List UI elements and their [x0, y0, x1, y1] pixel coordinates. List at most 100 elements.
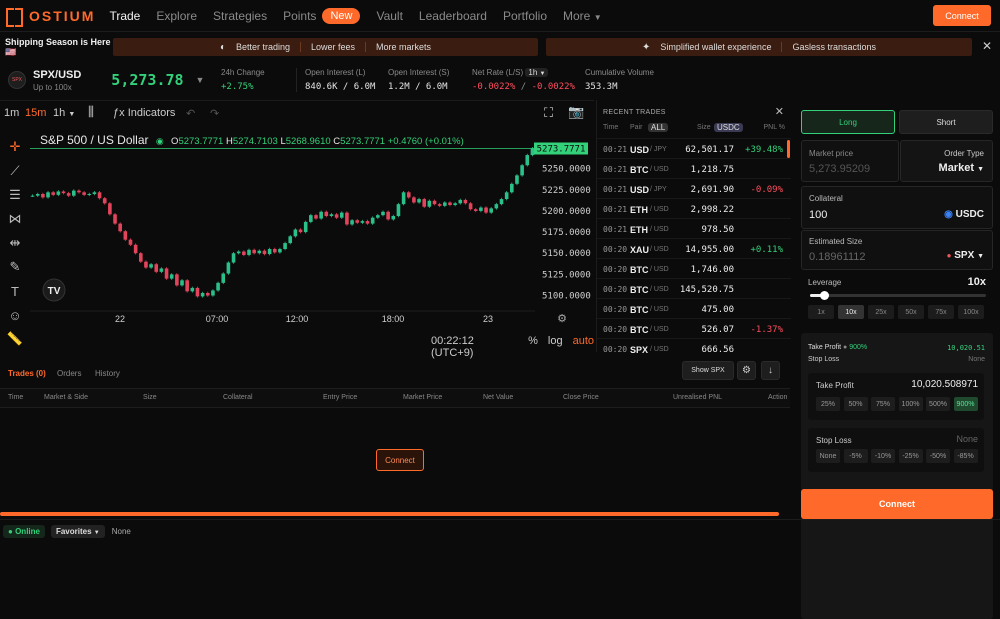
- measure-icon[interactable]: ⇹: [0, 231, 30, 255]
- pair-filter[interactable]: ALL: [648, 123, 669, 132]
- trade-row[interactable]: 00:20 BTC / USD 526.07 -1.37%: [597, 318, 791, 338]
- nav-trade[interactable]: Trade: [109, 9, 140, 23]
- ruler-icon[interactable]: 📏: [0, 327, 30, 351]
- indicators-button[interactable]: ƒx Indicators: [113, 107, 175, 119]
- logo[interactable]: OSTIUM: [6, 8, 95, 27]
- pair-selector[interactable]: SPX/USD Up to 100x: [33, 69, 81, 92]
- estimated-size-input[interactable]: Estimated Size 0.18961112 ● SPX ▼: [801, 230, 993, 270]
- candle: [205, 293, 210, 296]
- trade-quote: / USD: [650, 226, 669, 233]
- leverage-option[interactable]: 100x: [958, 305, 984, 319]
- pattern-icon[interactable]: ⋈: [0, 207, 30, 231]
- sl-option[interactable]: -25%: [898, 449, 923, 463]
- brush-icon[interactable]: ✎: [0, 255, 30, 279]
- tab-orders[interactable]: Orders: [57, 369, 81, 378]
- tp-option[interactable]: 75%: [871, 397, 895, 411]
- horizontal-scrollbar[interactable]: [0, 512, 779, 516]
- leverage-option[interactable]: 25x: [868, 305, 894, 319]
- nav-portfolio[interactable]: Portfolio: [503, 9, 547, 23]
- collateral-input[interactable]: Collateral 100 ◉ USDC: [801, 186, 993, 229]
- undo-icon[interactable]: ↶: [186, 107, 195, 120]
- tradingview-logo[interactable]: TV: [42, 278, 66, 302]
- log-toggle[interactable]: log: [548, 335, 563, 359]
- close-icon[interactable]: ✕: [982, 39, 992, 53]
- nav-vault[interactable]: Vault: [376, 9, 402, 23]
- connect-positions-button[interactable]: Connect: [376, 449, 424, 471]
- tp-box-value[interactable]: 10,020.508971: [911, 379, 978, 390]
- horizontal-lines-icon[interactable]: ☰: [0, 183, 30, 207]
- chevron-down-icon[interactable]: ▼: [196, 75, 205, 85]
- trade-quote: / USD: [650, 246, 669, 253]
- leverage-slider[interactable]: [810, 291, 986, 300]
- timeframe-15m[interactable]: 15m: [25, 107, 46, 119]
- nav-explore[interactable]: Explore: [156, 9, 197, 23]
- settings-icon[interactable]: ⚙: [737, 361, 756, 380]
- timeframe-1h[interactable]: 1h ▼: [53, 107, 75, 119]
- emoji-icon[interactable]: ☺: [0, 303, 30, 327]
- trade-row[interactable]: 00:20 SPX / USD 666.56: [597, 338, 791, 358]
- download-icon[interactable]: ↓: [761, 361, 780, 380]
- fullscreen-icon[interactable]: ⛶: [544, 105, 553, 121]
- tp-option[interactable]: 25%: [816, 397, 840, 411]
- nav-more[interactable]: More ▼: [563, 9, 602, 23]
- trade-row[interactable]: 00:21 USD / JPY 2,691.90 -0.09%: [597, 178, 791, 198]
- nav-leaderboard[interactable]: Leaderboard: [419, 9, 487, 23]
- promo-band-left[interactable]: ◐ Better trading Lower fees More markets: [113, 38, 538, 56]
- trendline-icon[interactable]: ⟋: [0, 159, 30, 183]
- tp-option[interactable]: 900%: [953, 397, 978, 411]
- sl-option[interactable]: -5%: [843, 449, 868, 463]
- y-tick-label: 5125.0000: [542, 270, 591, 280]
- tp-option[interactable]: 50%: [843, 397, 868, 411]
- short-button[interactable]: Short: [899, 110, 993, 134]
- favorites-select[interactable]: Favorites ▼: [50, 524, 105, 538]
- net-rate-interval-select[interactable]: 1h ▼: [525, 68, 549, 77]
- sl-option[interactable]: -85%: [953, 449, 978, 463]
- chart-settings-icon[interactable]: ⚙: [557, 313, 567, 325]
- price-chart[interactable]: 5250.0000 5225.0000 5200.0000 5175.0000 5150…: [30, 139, 594, 353]
- online-label: Online: [15, 526, 40, 536]
- trade-row[interactable]: 00:21 USD / JPY 62,501.17 +39.48%: [597, 138, 791, 158]
- trade-row[interactable]: 00:21 BTC / USD 1,218.75: [597, 158, 791, 178]
- sl-option[interactable]: -10%: [871, 449, 895, 463]
- show-spx-button[interactable]: Show SPX: [682, 361, 734, 380]
- sl-box-value[interactable]: None: [956, 434, 978, 444]
- text-tool-icon[interactable]: T: [0, 279, 30, 303]
- trade-row[interactable]: 00:21 ETH / USD 2,998.22: [597, 198, 791, 218]
- long-button[interactable]: Long: [801, 110, 895, 134]
- trade-row[interactable]: 00:20 BTC / USD 145,520.75: [597, 278, 791, 298]
- col-header: Market & Side: [44, 394, 88, 401]
- candle-type-icon[interactable]: ⫼: [88, 104, 94, 120]
- nav-points[interactable]: Points: [283, 9, 316, 23]
- trade-row[interactable]: 00:21 ETH / USD 978.50: [597, 218, 791, 238]
- timeframe-1m[interactable]: 1m: [4, 107, 19, 119]
- close-icon[interactable]: ✕: [775, 105, 784, 118]
- order-type-select[interactable]: Order Type Market ▼: [900, 140, 993, 182]
- tab-history[interactable]: History: [95, 369, 120, 378]
- size-unit[interactable]: USDC: [714, 123, 743, 132]
- connect-button[interactable]: Connect: [933, 5, 991, 26]
- redo-icon[interactable]: ↷: [210, 107, 219, 120]
- screenshot-icon[interactable]: 📷: [568, 104, 584, 120]
- sl-option[interactable]: None: [816, 449, 840, 463]
- candle: [499, 199, 504, 205]
- nav-strategies[interactable]: Strategies: [213, 9, 267, 23]
- leverage-option[interactable]: 50x: [898, 305, 924, 319]
- trade-pnl: +0.11%: [750, 245, 783, 255]
- tab-trades[interactable]: Trades (0): [8, 369, 46, 378]
- candle: [41, 194, 45, 198]
- auto-toggle[interactable]: auto: [573, 335, 594, 359]
- sl-option[interactable]: -50%: [926, 449, 950, 463]
- tp-option[interactable]: 500%: [926, 397, 950, 411]
- tp-option[interactable]: 100%: [898, 397, 923, 411]
- percent-toggle[interactable]: %: [528, 335, 538, 359]
- leverage-option[interactable]: 1x: [808, 305, 834, 319]
- leverage-option[interactable]: 10x: [838, 305, 864, 319]
- crosshair-icon[interactable]: ✛: [0, 135, 30, 159]
- connect-order-button[interactable]: Connect: [801, 489, 993, 519]
- leverage-thumb[interactable]: [820, 291, 830, 300]
- leverage-option[interactable]: 75x: [928, 305, 954, 319]
- promo-band-right[interactable]: ✦ Simplified wallet experience Gasless t…: [546, 38, 972, 56]
- trade-row[interactable]: 00:20 BTC / USD 475.00: [597, 298, 791, 318]
- trade-row[interactable]: 00:20 XAU / USD 14,955.00 +0.11%: [597, 238, 791, 258]
- trade-row[interactable]: 00:20 BTC / USD 1,746.00: [597, 258, 791, 278]
